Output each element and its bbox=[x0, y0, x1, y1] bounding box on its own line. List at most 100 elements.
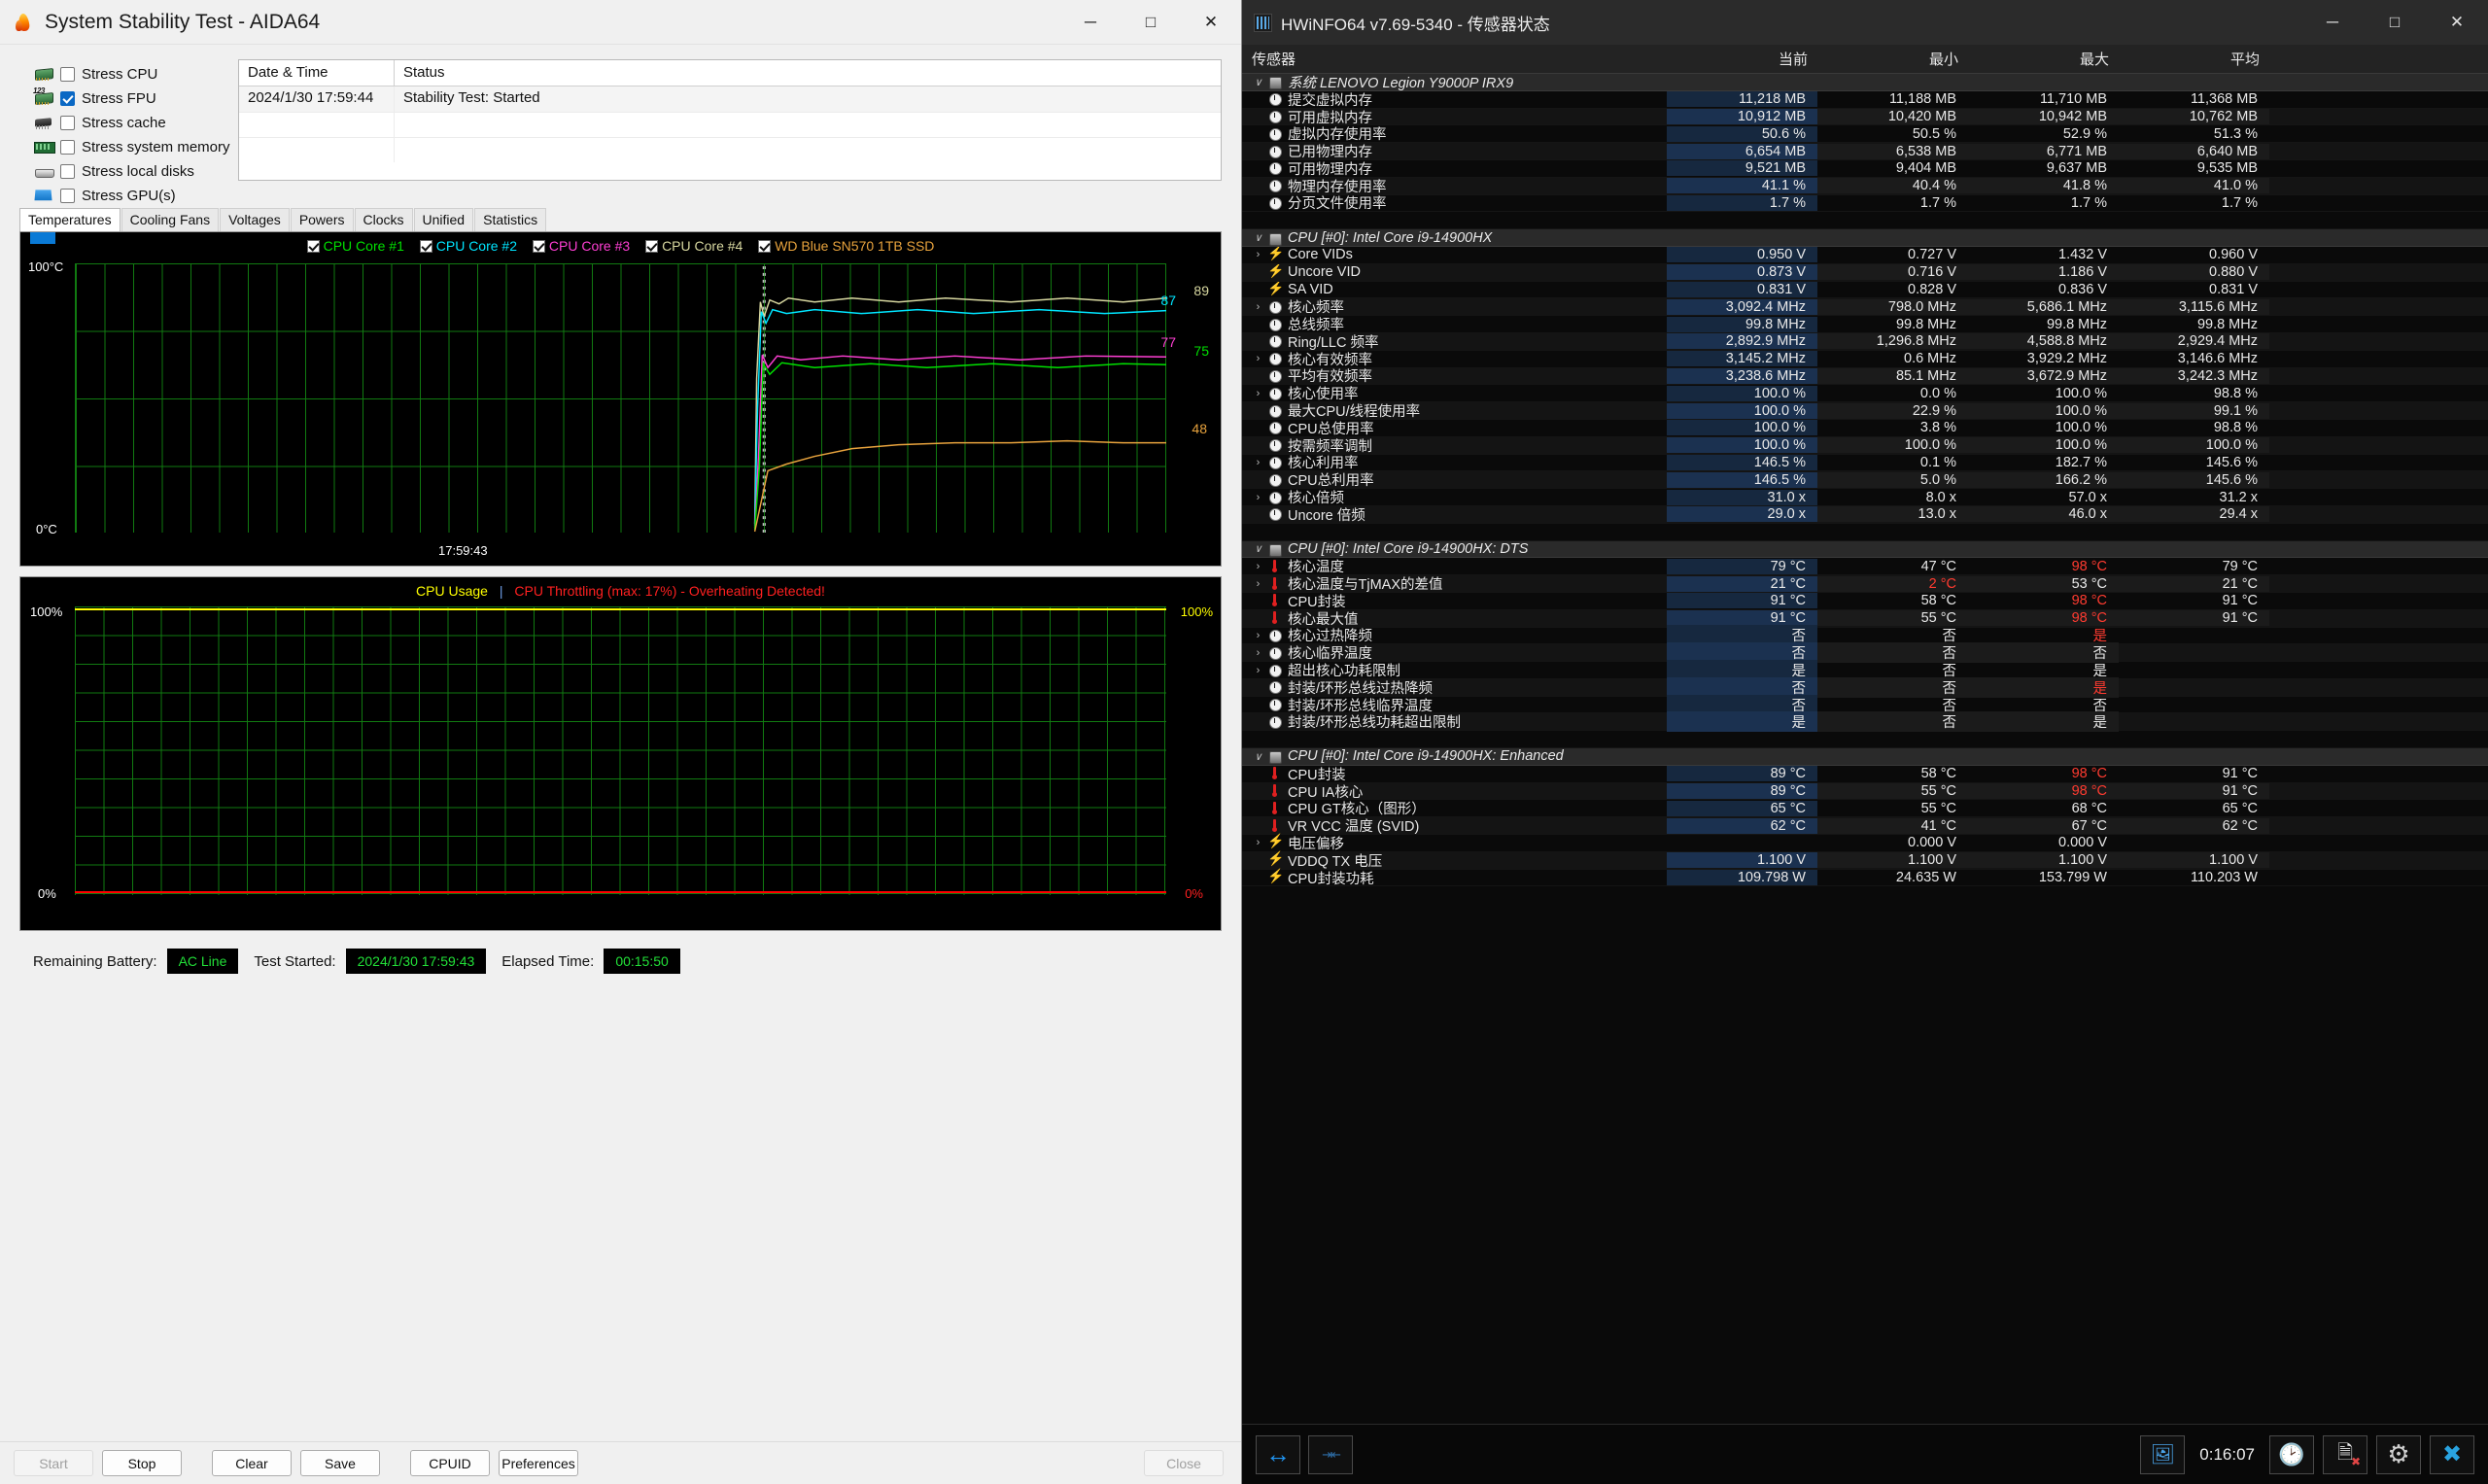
expand-chevron-icon[interactable]: › bbox=[1250, 474, 1266, 486]
column-header-current[interactable]: 当前 bbox=[1667, 49, 1817, 69]
expand-chevron-icon[interactable]: › bbox=[1250, 249, 1266, 260]
legend-cpu-core-4[interactable]: CPU Core #4 bbox=[645, 238, 743, 254]
stress-option-gpu[interactable]: Stress GPU(s) bbox=[33, 186, 228, 205]
expand-chevron-icon[interactable]: › bbox=[1250, 162, 1266, 174]
clear-log-icon[interactable] bbox=[2323, 1434, 2367, 1474]
sensor-list[interactable]: ∨系统 LENOVO Legion Y9000P IRX9›提交虚拟内存11,2… bbox=[1242, 74, 2488, 1424]
close-button[interactable]: ✕ bbox=[2426, 0, 2488, 45]
close-button[interactable]: ✕ bbox=[1181, 0, 1241, 45]
expand-chevron-icon[interactable]: › bbox=[1250, 768, 1266, 779]
legend-cpu-core-3[interactable]: CPU Core #3 bbox=[532, 238, 630, 254]
legend-ssd[interactable]: WD Blue SN570 1TB SSD bbox=[758, 238, 934, 254]
expand-chevron-icon[interactable]: › bbox=[1250, 630, 1266, 641]
expand-chevron-icon[interactable]: › bbox=[1250, 284, 1266, 295]
expand-chevron-icon[interactable]: › bbox=[1250, 319, 1266, 330]
preferences-button[interactable]: Preferences bbox=[499, 1450, 578, 1476]
stress-fpu-checkbox[interactable] bbox=[60, 90, 75, 106]
stress-cpu-checkbox[interactable] bbox=[60, 66, 75, 82]
clock-icon[interactable] bbox=[2269, 1434, 2314, 1474]
minimize-button[interactable]: ─ bbox=[2301, 0, 2364, 45]
expand-chevron-icon[interactable]: › bbox=[1250, 370, 1266, 382]
expand-chevron-icon[interactable]: › bbox=[1250, 439, 1266, 451]
expand-chevron-icon[interactable]: › bbox=[1250, 180, 1266, 191]
event-log-table[interactable]: Date & Time Status 2024/1/30 17:59:44 St… bbox=[238, 59, 1222, 181]
stress-cache-checkbox[interactable] bbox=[60, 115, 75, 130]
expand-chevron-icon[interactable]: › bbox=[1250, 111, 1266, 122]
stress-option-memory[interactable]: Stress system memory bbox=[33, 137, 230, 156]
expand-chevron-icon[interactable]: › bbox=[1250, 716, 1266, 728]
expand-chevron-icon[interactable]: › bbox=[1250, 266, 1266, 278]
expand-chevron-icon[interactable]: › bbox=[1250, 854, 1266, 866]
expand-chevron-icon[interactable]: › bbox=[1250, 422, 1266, 433]
column-header-datetime[interactable]: Date & Time bbox=[239, 60, 395, 86]
expand-chevron-icon[interactable]: › bbox=[1250, 353, 1266, 364]
legend-checkbox[interactable] bbox=[306, 240, 320, 253]
minimize-button[interactable]: ─ bbox=[1060, 0, 1121, 45]
expand-chevron-icon[interactable]: › bbox=[1250, 561, 1266, 572]
stress-option-fpu[interactable]: 123 Stress FPU bbox=[33, 86, 228, 108]
column-header-status[interactable]: Status bbox=[395, 60, 454, 86]
stress-gpu-checkbox[interactable] bbox=[60, 188, 75, 203]
stress-memory-checkbox[interactable] bbox=[60, 139, 75, 155]
expand-chevron-icon[interactable]: › bbox=[1250, 595, 1266, 606]
expand-chevron-icon[interactable]: › bbox=[1250, 405, 1266, 417]
expand-chevron-icon[interactable]: › bbox=[1250, 837, 1266, 848]
stress-option-cpu[interactable]: Stress CPU bbox=[33, 64, 228, 84]
maximize-button[interactable]: □ bbox=[2364, 0, 2426, 45]
save-button[interactable]: Save bbox=[300, 1450, 380, 1476]
cpuid-button[interactable]: CPUID bbox=[410, 1450, 490, 1476]
tab-statistics[interactable]: Statistics bbox=[474, 208, 547, 231]
expand-chevron-icon[interactable]: › bbox=[1250, 803, 1266, 814]
table-row[interactable]: 2024/1/30 17:59:44 Stability Test: Start… bbox=[239, 86, 1221, 112]
column-header-sensor[interactable]: 传感器 bbox=[1242, 49, 1667, 69]
legend-cpu-core-2[interactable]: CPU Core #2 bbox=[419, 238, 517, 254]
tab-clocks[interactable]: Clocks bbox=[354, 208, 413, 231]
expand-chevron-icon[interactable]: › bbox=[1250, 578, 1266, 590]
expand-chevron-icon[interactable]: ∨ bbox=[1250, 750, 1266, 763]
stress-option-disks[interactable]: Stress local disks bbox=[33, 161, 228, 181]
tab-temperatures[interactable]: Temperatures bbox=[19, 208, 121, 231]
expand-chevron-icon[interactable]: › bbox=[1250, 508, 1266, 520]
expand-chevron-icon[interactable]: ∨ bbox=[1250, 76, 1266, 88]
close-dialog-button[interactable]: Close bbox=[1144, 1450, 1224, 1476]
snapshot-icon[interactable] bbox=[2140, 1434, 2186, 1474]
sensor-row[interactable]: › Uncore 倍频 29.0 x13.0 x46.0 x29.4 x bbox=[1242, 505, 2488, 524]
close-x-icon[interactable] bbox=[2430, 1434, 2474, 1474]
temperature-graph[interactable]: CPU Core #1 CPU Core #2 CPU Core #3 CPU … bbox=[19, 231, 1222, 567]
start-button[interactable]: Start bbox=[14, 1450, 93, 1476]
stress-disks-checkbox[interactable] bbox=[60, 163, 75, 179]
expand-chevron-icon[interactable]: › bbox=[1250, 699, 1266, 710]
expand-chevron-icon[interactable]: › bbox=[1250, 388, 1266, 399]
expand-chevron-icon[interactable]: › bbox=[1250, 146, 1266, 157]
expand-chevron-icon[interactable]: › bbox=[1250, 785, 1266, 797]
stress-option-cache[interactable]: Stress cache bbox=[33, 113, 228, 132]
stop-button[interactable]: Stop bbox=[102, 1450, 182, 1476]
expand-chevron-icon[interactable]: › bbox=[1250, 457, 1266, 468]
expand-chevron-icon[interactable]: › bbox=[1250, 665, 1266, 676]
column-header-average[interactable]: 平均 bbox=[2119, 49, 2269, 69]
expand-chevron-icon[interactable]: › bbox=[1250, 197, 1266, 209]
tab-powers[interactable]: Powers bbox=[290, 208, 354, 231]
expand-chevron-icon[interactable]: ∨ bbox=[1250, 542, 1266, 555]
sensor-group-header[interactable]: ∨ CPU [#0]: Intel Core i9-14900HX bbox=[1242, 229, 2488, 247]
expand-chevron-icon[interactable]: › bbox=[1250, 128, 1266, 140]
collapse-columns-icon[interactable] bbox=[1308, 1434, 1353, 1474]
expand-chevron-icon[interactable]: › bbox=[1250, 647, 1266, 659]
expand-chevron-icon[interactable]: › bbox=[1250, 492, 1266, 503]
legend-checkbox[interactable] bbox=[645, 240, 659, 253]
tab-cooling-fans[interactable]: Cooling Fans bbox=[121, 208, 220, 231]
sensor-row[interactable]: › Core VIDs 0.950 V 0.727 V 1.432 V 0.960 V bbox=[1242, 247, 2488, 264]
expand-chevron-icon[interactable]: › bbox=[1250, 872, 1266, 883]
tab-voltages[interactable]: Voltages bbox=[220, 208, 290, 231]
expand-columns-icon[interactable] bbox=[1256, 1434, 1300, 1474]
legend-cpu-core-1[interactable]: CPU Core #1 bbox=[306, 238, 404, 254]
expand-chevron-icon[interactable]: › bbox=[1250, 681, 1266, 693]
maximize-button[interactable]: □ bbox=[1121, 0, 1181, 45]
expand-chevron-icon[interactable]: › bbox=[1250, 301, 1266, 313]
expand-chevron-icon[interactable]: › bbox=[1250, 612, 1266, 624]
expand-chevron-icon[interactable]: › bbox=[1250, 335, 1266, 347]
clear-button[interactable]: Clear bbox=[212, 1450, 292, 1476]
settings-gear-icon[interactable] bbox=[2376, 1434, 2421, 1474]
tab-unified[interactable]: Unified bbox=[413, 208, 474, 231]
legend-checkbox[interactable] bbox=[758, 240, 772, 253]
